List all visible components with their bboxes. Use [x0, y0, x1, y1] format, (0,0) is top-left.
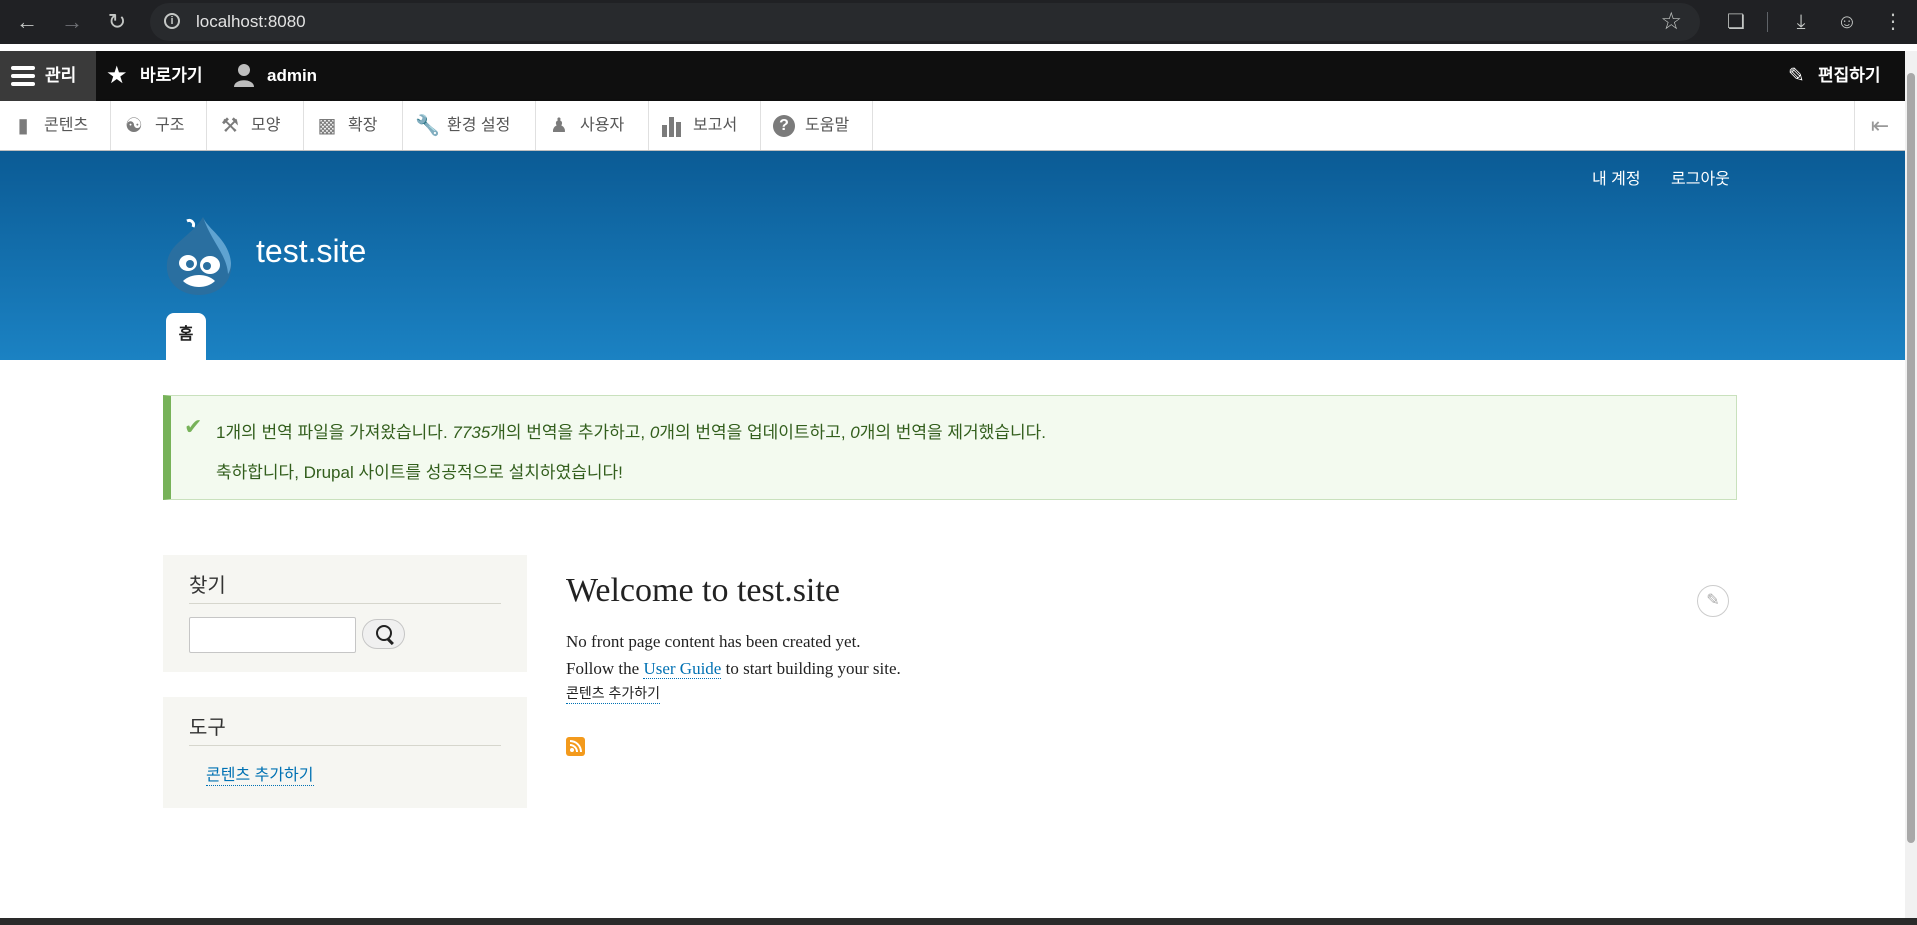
url-text[interactable]: localhost:8080 [196, 12, 306, 32]
tray-item-people[interactable]: ♟ 사용자 [536, 101, 649, 150]
divider [189, 603, 501, 604]
divider [189, 745, 501, 746]
star-icon: ★ [106, 62, 128, 89]
hamburger-icon [11, 66, 35, 70]
question-icon: ? [773, 115, 795, 137]
pencil-icon: ✎ [1788, 65, 1805, 87]
search-block: 찾기 [163, 555, 527, 672]
toolbar-shortcuts-label: 바로가기 [140, 66, 203, 85]
scrollbar-thumb[interactable] [1907, 73, 1915, 843]
structure-icon: ☯ [125, 115, 143, 137]
search-icon-handle [386, 638, 394, 646]
toolbar-manage[interactable]: 관리 [0, 51, 96, 101]
people-icon: ♟ [550, 115, 568, 137]
puzzle-icon: ▩ [317, 115, 337, 137]
status-message: ✔ 1개의 번역 파일을 가져왔습니다. 7735개의 번역을 추가하고, 0개… [163, 395, 1737, 500]
menu-kebab-icon[interactable]: ⋮ [1879, 8, 1907, 36]
tray-item-extend[interactable]: ▩ 확장 [304, 101, 403, 150]
tray-item-label: 도움말 [805, 117, 850, 134]
tray-item-label: 구조 [155, 117, 185, 134]
search-block-title: 찾기 [189, 573, 226, 597]
paintbrush-icon: ⚒ [221, 115, 239, 137]
page-scrollbar[interactable] [1905, 51, 1917, 918]
logout-link[interactable]: 로그아웃 [1671, 165, 1730, 189]
contextual-edit-pencil-icon[interactable]: ✎ [1697, 585, 1729, 617]
tools-block: 도구 콘텐츠 추가하기 [163, 697, 527, 808]
tray-item-content[interactable]: ▮ 콘텐츠 [0, 101, 111, 150]
tray-item-label: 환경 설정 [447, 117, 511, 134]
checkmark-icon: ✔ [184, 414, 203, 439]
tray-item-label: 모양 [251, 117, 281, 134]
user-icon [234, 64, 254, 87]
toolbar-manage-label: 관리 [45, 66, 77, 85]
tab-home[interactable]: 홈 [166, 313, 206, 360]
site-header: 내 계정 로그아웃 test.site 홈 [0, 151, 1905, 360]
tray-item-help[interactable]: ? 도움말 [761, 101, 873, 150]
tray-item-configuration[interactable]: 🔧 환경 설정 [403, 101, 536, 150]
toolbar-tray: ▮ 콘텐츠 ☯ 구조 ⚒ 모양 ▩ 확장 🔧 환경 설정 ♟ 사용자 보고서 ?… [0, 101, 1905, 151]
extensions-icon[interactable]: ❏ [1722, 8, 1750, 36]
download-icon[interactable]: ⤓ [1787, 8, 1815, 36]
tools-add-content-link[interactable]: 콘텐츠 추가하기 [206, 761, 314, 786]
tray-item-structure[interactable]: ☯ 구조 [111, 101, 207, 150]
address-bar[interactable]: i localhost:8080 ☆ [150, 3, 1700, 41]
site-name[interactable]: test.site [256, 233, 366, 270]
browser-chrome: ← → ↻ i localhost:8080 ☆ ❏ ⤓ ☺ ⋮ [0, 0, 1917, 44]
search-button[interactable] [362, 619, 405, 649]
bar-chart-icon [662, 117, 681, 137]
user-guide-text: Follow the User Guide to start building … [566, 659, 901, 679]
back-icon[interactable]: ← [13, 8, 41, 36]
tray-item-label: 확장 [348, 117, 378, 134]
toolbar-user-label: admin [267, 66, 318, 85]
my-account-link[interactable]: 내 계정 [1592, 165, 1641, 189]
tray-item-label: 사용자 [580, 117, 625, 134]
status-line-2: 축하합니다, Drupal 사이트를 성공적으로 설치하였습니다! [216, 463, 623, 482]
no-content-text: No front page content has been created y… [566, 632, 861, 651]
add-content-link[interactable]: 콘텐츠 추가하기 [566, 683, 661, 704]
reload-icon[interactable]: ↻ [103, 8, 131, 36]
wrench-icon: 🔧 [415, 115, 440, 137]
tools-block-title: 도구 [189, 715, 226, 739]
rss-feed-icon[interactable] [566, 737, 585, 756]
site-info-icon[interactable]: i [164, 13, 180, 29]
page-title: Welcome to test.site [566, 572, 840, 609]
forward-icon[interactable]: → [58, 8, 86, 36]
bottom-edge [0, 918, 1917, 925]
tray-item-reports[interactable]: 보고서 [649, 101, 761, 150]
tray-collapse-icon[interactable]: ⇤ [1854, 101, 1905, 150]
admin-toolbar: 관리 ★ 바로가기 admin ✎ 편집하기 [0, 51, 1905, 101]
toolbar-edit-label: 편집하기 [1818, 66, 1881, 85]
tray-item-label: 보고서 [693, 117, 738, 134]
bookmark-star-icon[interactable]: ☆ [1660, 7, 1682, 36]
drupal-logo[interactable] [163, 215, 235, 297]
profile-icon[interactable]: ☺ [1833, 8, 1861, 36]
status-line-1: 1개의 번역 파일을 가져왔습니다. 7735개의 번역을 추가하고, 0개의 … [216, 423, 1046, 442]
user-guide-link[interactable]: User Guide [643, 659, 722, 679]
toolbar-divider [1767, 12, 1768, 32]
tray-item-appearance[interactable]: ⚒ 모양 [207, 101, 304, 150]
file-icon: ▮ [17, 115, 29, 137]
search-input[interactable] [189, 617, 356, 653]
tray-item-label: 콘텐츠 [44, 117, 89, 134]
